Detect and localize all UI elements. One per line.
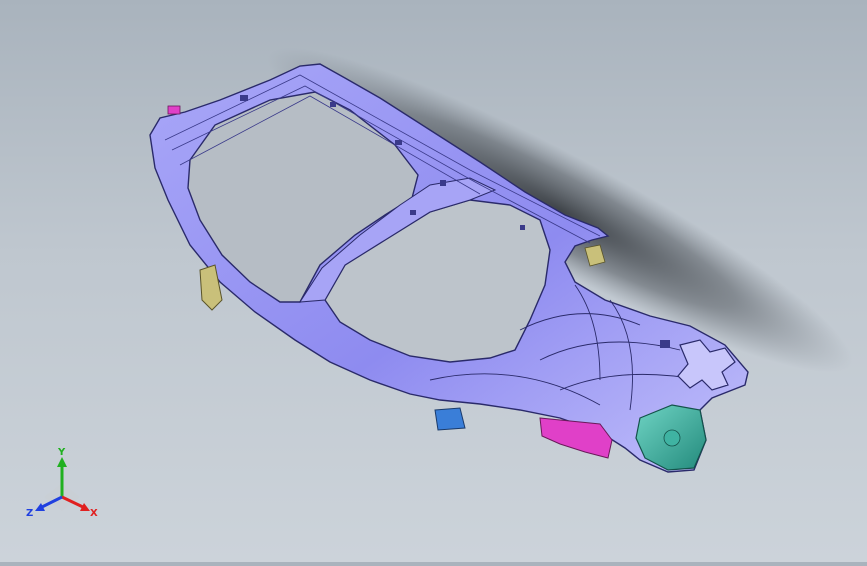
x-axis-label: X <box>90 508 98 519</box>
magenta-tab-top <box>167 105 181 115</box>
z-axis-label: Z <box>26 508 33 519</box>
teal-cap-hole <box>663 429 681 447</box>
model-canvas[interactable] <box>0 0 867 562</box>
blue-bracket <box>434 407 466 431</box>
y-axis-arrow <box>57 457 67 467</box>
y-axis-label: Y <box>57 447 66 458</box>
orientation-triad[interactable]: Y X Z <box>22 445 112 525</box>
3d-viewport[interactable]: Y X Z <box>0 0 867 562</box>
